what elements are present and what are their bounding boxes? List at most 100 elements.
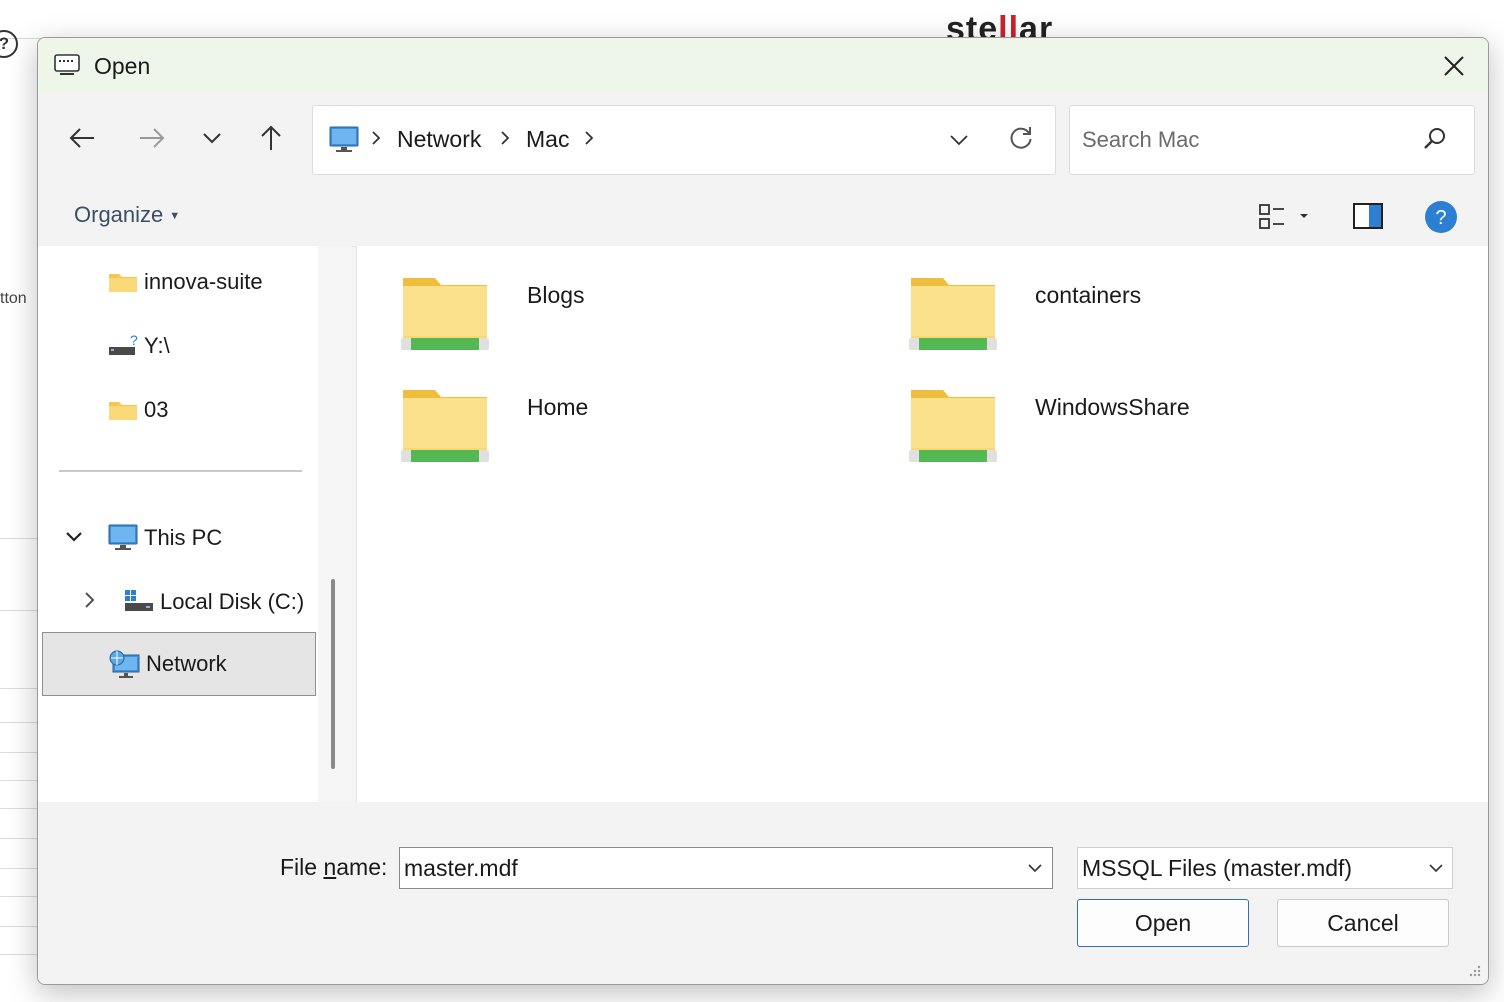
chevron-down-icon — [203, 133, 221, 144]
preview-pane-button[interactable] — [1352, 202, 1384, 232]
organize-label: Organize — [74, 202, 164, 227]
nav-item-this-pc[interactable]: This PC — [108, 516, 222, 560]
help-icon: ? — [1425, 201, 1457, 233]
expand-this-pc-toggle[interactable] — [62, 525, 86, 549]
nav-item-label: innova-suite — [144, 269, 263, 294]
address-bar[interactable]: Network Mac — [312, 105, 1056, 175]
title-bar: Open — [38, 38, 1488, 94]
folder-tile-blogs[interactable]: Blogs — [401, 274, 881, 370]
nav-scrollbar-thumb[interactable] — [331, 579, 335, 769]
view-options-icon — [1259, 204, 1308, 229]
nav-item-label: Y:\ — [144, 333, 170, 358]
file-name-dropdown-button[interactable] — [1020, 852, 1050, 884]
refresh-button[interactable] — [1003, 120, 1039, 156]
change-view-button[interactable] — [1254, 201, 1314, 233]
navigation-bar: Network Mac — [38, 94, 1488, 188]
open-button[interactable]: Open — [1077, 899, 1249, 947]
disconnected-drive-icon: ? — [108, 333, 138, 359]
breadcrumb-separator-icon — [372, 131, 381, 145]
file-name-label-part: File — [280, 854, 324, 880]
nav-item-local-disk[interactable]: Local Disk (C:) — [124, 580, 304, 624]
chevron-right-icon — [85, 592, 95, 608]
background-divider — [0, 838, 40, 839]
dialog-title: Open — [94, 53, 151, 79]
forward-button[interactable] — [132, 118, 172, 158]
local-disk-icon — [124, 589, 154, 615]
cancel-button[interactable]: Cancel — [1277, 899, 1449, 947]
command-bar: Organize ▼ — [38, 188, 1488, 247]
help-button[interactable]: ? — [1424, 200, 1458, 239]
search-icon[interactable] — [1422, 126, 1448, 157]
file-type-value: MSSQL Files (master.mdf) — [1082, 855, 1353, 881]
nav-item-label: This PC — [144, 525, 223, 550]
preview-pane-icon — [1353, 203, 1383, 229]
network-share-folder-icon — [909, 390, 997, 462]
nav-item-label: Local Disk (C:) — [160, 589, 305, 614]
background-divider — [0, 896, 40, 897]
background-divider — [0, 722, 40, 723]
arrow-right-icon — [140, 128, 165, 148]
folder-tile-home[interactable]: Home — [401, 386, 881, 482]
breadcrumb-network[interactable]: Network — [397, 126, 481, 153]
file-name-label-part: ame: — [336, 854, 388, 880]
search-input[interactable] — [1070, 106, 1424, 174]
nav-scrollbar-track[interactable] — [318, 246, 352, 802]
chevron-down-icon — [66, 532, 82, 542]
breadcrumb-mac[interactable]: Mac — [526, 126, 569, 153]
address-dropdown-button[interactable] — [941, 122, 977, 158]
search-box[interactable] — [1069, 105, 1475, 175]
nav-item-label: Network — [146, 651, 227, 676]
arrow-left-icon — [69, 128, 94, 148]
file-name-label-accesskey: n — [323, 854, 337, 880]
this-pc-icon — [108, 524, 138, 552]
folder-label: containers — [1035, 282, 1142, 308]
organize-caret-icon: ▼ — [169, 210, 181, 223]
nav-item-innova-suite[interactable]: innova-suite — [108, 260, 263, 304]
arrow-up-icon — [261, 125, 281, 150]
background-divider — [0, 688, 40, 689]
back-button[interactable] — [62, 118, 102, 158]
background-side-text: tton — [0, 290, 27, 307]
nav-item-network[interactable]: Network — [108, 642, 227, 686]
chevron-down-icon — [1028, 864, 1042, 873]
dialog-window-icon — [54, 54, 80, 76]
folder-label: Blogs — [527, 282, 585, 308]
recent-locations-button[interactable] — [192, 118, 232, 158]
svg-text:?: ? — [130, 333, 138, 348]
folder-tile-windowsshare[interactable]: WindowsShare — [909, 386, 1389, 482]
background-divider — [0, 808, 40, 809]
background-divider — [0, 538, 40, 539]
breadcrumb-separator-icon[interactable] — [584, 130, 594, 146]
chevron-down-icon — [950, 135, 968, 146]
background-divider — [0, 610, 40, 611]
resize-grip-icon[interactable] — [1466, 964, 1482, 980]
network-share-folder-icon — [401, 278, 489, 350]
background-divider — [0, 780, 40, 781]
open-file-dialog: Open Network Mac Search Mac Organize ▼ ?… — [37, 37, 1489, 985]
file-name-label: File name: — [280, 854, 387, 881]
file-name-combobox[interactable] — [399, 847, 1053, 889]
background-toolbar — [0, 0, 1436, 39]
network-share-folder-icon — [401, 390, 489, 462]
file-type-select[interactable]: MSSQL Files (master.mdf) — [1077, 847, 1453, 889]
nav-item-03[interactable]: 03 — [108, 388, 168, 432]
expand-local-disk-toggle[interactable] — [78, 588, 102, 612]
up-button[interactable] — [251, 118, 291, 158]
background-divider — [0, 752, 40, 753]
background-divider — [0, 868, 40, 869]
nav-item-y-drive[interactable]: ? Y:\ — [108, 324, 170, 368]
folder-tile-containers[interactable]: containers — [909, 274, 1389, 370]
network-icon — [108, 649, 140, 679]
folder-label: WindowsShare — [1035, 394, 1190, 420]
nav-item-label: 03 — [144, 397, 169, 422]
close-icon — [1444, 56, 1464, 76]
background-divider — [0, 954, 40, 955]
breadcrumb-separator-icon — [501, 131, 510, 145]
close-button[interactable] — [1432, 48, 1476, 84]
organize-button[interactable]: Organize ▼ — [74, 202, 180, 228]
folder-label: Home — [527, 394, 589, 420]
refresh-icon — [1010, 127, 1032, 149]
file-name-input[interactable] — [400, 848, 1016, 888]
folder-icon — [108, 398, 138, 422]
background-divider — [0, 926, 40, 927]
